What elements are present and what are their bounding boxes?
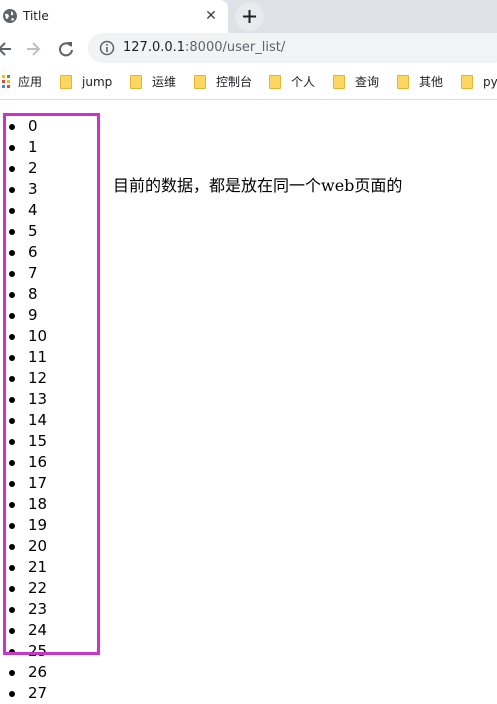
annotation-note: 目前的数据，都是放在同一个web页面的 [113,176,403,195]
bookmark-label: 个人 [291,75,316,89]
list-item: 26 [0,662,47,683]
tab-title: Title [23,9,49,23]
bullet-icon [9,670,15,676]
bookmark-label: 应用 [18,75,43,89]
browser-toolbar: 127.0.0.1:8000/user_list/ [0,33,497,65]
list-item-text: 26 [28,663,48,681]
bookmark-label: 其他 [419,75,444,89]
bookmarks-bar: 应用 jump 运维 控制台 个人 查询 其他 py [0,65,497,100]
list-item: 27 [0,683,47,704]
folder-icon [60,75,72,89]
bookmark-label: 运维 [152,75,177,89]
url-host: 127.0.0.1 [123,40,186,55]
info-icon[interactable] [99,40,115,56]
arrow-right-icon [27,42,41,56]
folder-icon [269,75,281,89]
bookmark-label: jump [82,75,113,89]
highlight-box [3,113,100,655]
folder-icon [333,75,345,89]
apps-grid-icon [0,75,11,89]
folder-icon [194,75,206,89]
bookmark-label: py [483,75,497,89]
url-text[interactable]: 127.0.0.1:8000/user_list/ [123,40,285,56]
url-path: :8000/user_list/ [185,40,286,55]
list-item-text: 27 [28,684,48,702]
new-tab-button[interactable] [235,2,264,31]
forward-button[interactable] [24,40,42,58]
folder-icon [397,75,409,89]
folder-icon [130,75,142,89]
bookmark-label: 查询 [355,75,380,89]
browser-tab[interactable]: Title ✕ [0,0,228,33]
reload-button[interactable] [57,40,75,58]
reload-icon [59,42,73,57]
folder-icon [461,75,473,89]
bookmark-label: 控制台 [216,75,253,89]
address-bar[interactable]: 127.0.0.1:8000/user_list/ [88,33,497,63]
page-content: 0 1 2 3 4 5 6 7 8 9 10 11 12 13 14 15 16 17 18 19 20 21 22 23 24… [0,100,497,704]
back-button[interactable] [0,40,14,58]
close-icon[interactable]: ✕ [203,8,219,24]
tab-strip: Title ✕ [0,0,497,33]
bullet-icon [9,691,15,697]
plus-icon [243,10,256,23]
globe-icon [2,8,18,24]
arrow-left-icon [0,42,11,56]
